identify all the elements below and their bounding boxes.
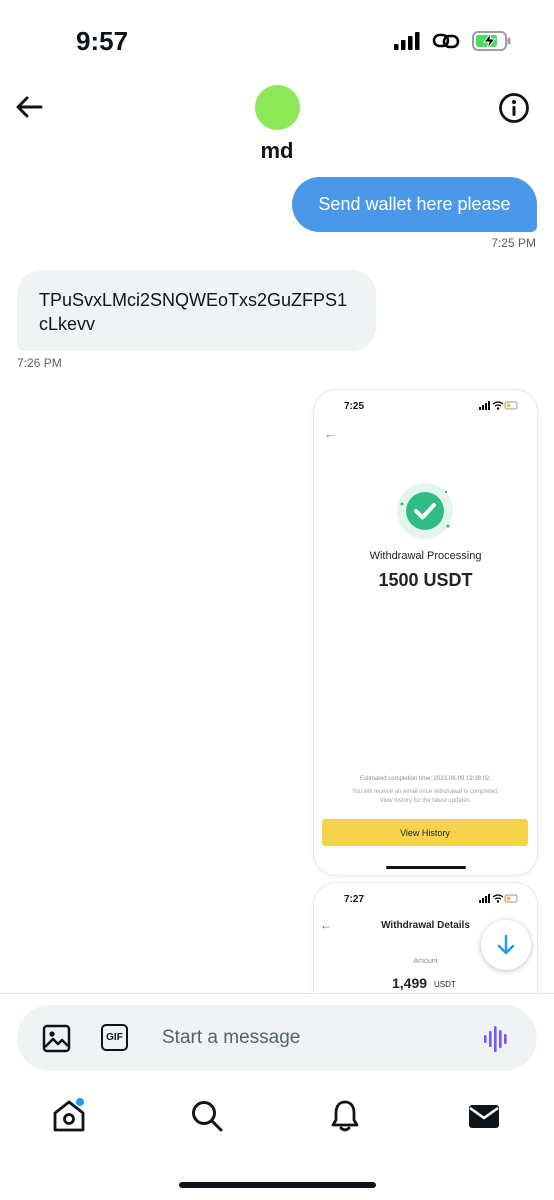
screenshot-note-line: You will receive an email once withdrawa… bbox=[351, 789, 500, 795]
gif-icon[interactable]: GIF bbox=[101, 1024, 128, 1051]
screenshot-home-indicator bbox=[386, 866, 466, 869]
scroll-down-button[interactable] bbox=[481, 920, 531, 970]
back-button[interactable] bbox=[14, 92, 44, 122]
screenshot-time: 7:27 bbox=[344, 894, 365, 905]
screenshot-view-history-button: View History bbox=[322, 819, 528, 846]
notification-dot bbox=[76, 1098, 84, 1106]
contact-name[interactable]: md bbox=[0, 138, 554, 164]
outgoing-message[interactable]: Send wallet here please bbox=[292, 177, 537, 232]
incoming-message[interactable]: TPuSvxLMci2SNQWEoTxs2GuZFPS1cLkevv bbox=[17, 270, 376, 351]
image-message[interactable]: 7:25 ← Withdrawal Processing 1500 USDT E… bbox=[314, 390, 537, 875]
message-timestamp: 7:26 PM bbox=[17, 356, 62, 370]
voice-wave-icon[interactable] bbox=[483, 1025, 511, 1053]
home-indicator bbox=[179, 1182, 376, 1188]
screenshot-note: You will receive an email once withdrawa… bbox=[314, 788, 537, 806]
bell-icon[interactable] bbox=[327, 1098, 363, 1134]
message-timestamp: 7:25 PM bbox=[491, 236, 536, 250]
screenshot-estimated-time: Estimated completion time: 2023-06-09 19… bbox=[359, 776, 492, 782]
arrow-down-icon bbox=[497, 934, 515, 955]
screenshot-back-icon: ← bbox=[324, 426, 337, 441]
screenshot-unit: USDT bbox=[434, 980, 456, 989]
image-icon[interactable] bbox=[42, 1024, 71, 1053]
message-input[interactable] bbox=[162, 1024, 462, 1052]
screenshot-amount: 1,499 bbox=[392, 975, 428, 991]
link-icon bbox=[432, 33, 460, 49]
status-bar: 9:57 bbox=[0, 0, 554, 80]
home-icon[interactable] bbox=[51, 1098, 87, 1134]
screenshot-title: Withdrawal Processing bbox=[369, 550, 482, 562]
envelope-icon[interactable] bbox=[466, 1098, 502, 1134]
battery-icon bbox=[472, 31, 511, 51]
screenshot-note-line: View history for the latest updates. bbox=[379, 798, 472, 804]
avatar[interactable] bbox=[255, 85, 300, 130]
info-icon[interactable] bbox=[498, 92, 530, 124]
screenshot-amount: 1500 USDT bbox=[378, 570, 473, 590]
search-icon[interactable] bbox=[189, 1098, 225, 1134]
screenshot-status-icons bbox=[479, 401, 518, 410]
check-circle-icon bbox=[397, 483, 453, 539]
screenshot-status-icons bbox=[479, 894, 518, 903]
signal-icon bbox=[394, 32, 420, 50]
status-time: 9:57 bbox=[76, 26, 129, 56]
screenshot-time: 7:25 bbox=[344, 401, 365, 412]
